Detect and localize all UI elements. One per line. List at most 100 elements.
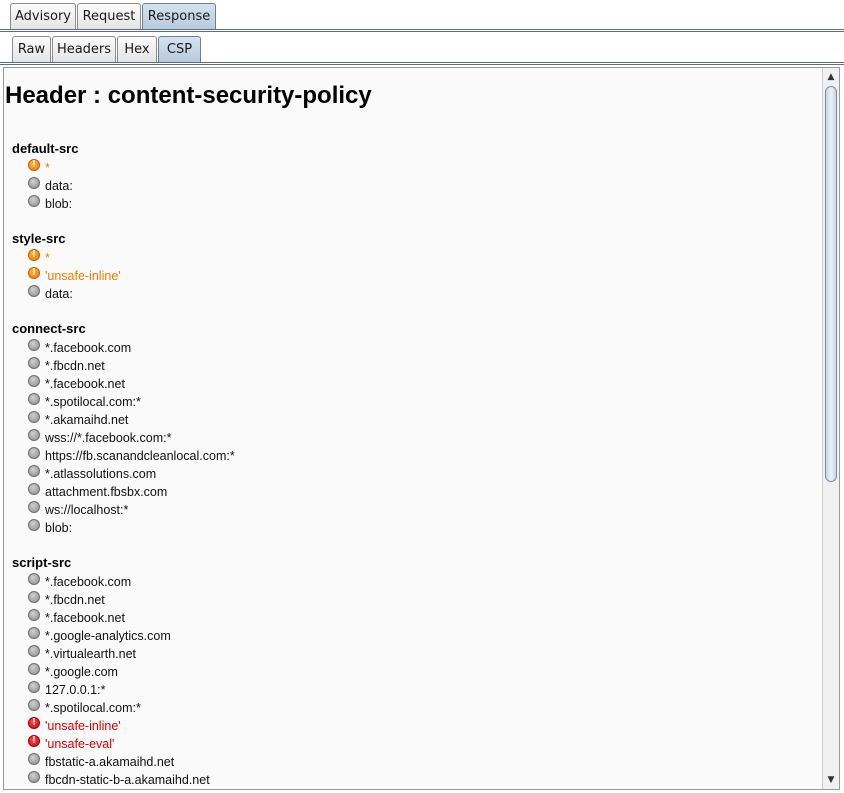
csp-source-value: *.google.com bbox=[45, 665, 118, 679]
csp-source-value: *.fbcdn.net bbox=[45, 359, 105, 373]
csp-source-value: *.virtualearth.net bbox=[45, 647, 137, 661]
csp-source-item: ! * bbox=[28, 249, 50, 267]
csp-source-item: wss://*.facebook.com:* bbox=[28, 429, 171, 447]
csp-source-item: data: bbox=[28, 177, 73, 195]
csp-source-value: *.facebook.com bbox=[45, 575, 132, 589]
csp-source-value: data: bbox=[45, 287, 73, 301]
subtab-headers[interactable]: Headers bbox=[52, 36, 116, 62]
csp-content: Header : content-security-policy default… bbox=[4, 68, 822, 789]
csp-source-item: 127.0.0.1:* bbox=[28, 681, 105, 699]
csp-source-value: attachment.fbsbx.com bbox=[45, 485, 168, 499]
neutral-circle-icon bbox=[28, 699, 40, 711]
csp-source-value: 'unsafe-inline' bbox=[45, 269, 121, 283]
subtab-hex[interactable]: Hex bbox=[117, 36, 157, 62]
csp-source-item: *.fbcdn.net bbox=[28, 357, 105, 375]
tab-bar-divider bbox=[0, 29, 844, 30]
csp-panel: Header : content-security-policy default… bbox=[3, 67, 840, 790]
csp-source-item: *.akamaihd.net bbox=[28, 411, 128, 429]
csp-source-value: *.facebook.net bbox=[45, 377, 125, 391]
csp-source-value: *.atlassolutions.com bbox=[45, 467, 157, 481]
neutral-circle-icon bbox=[28, 411, 40, 423]
neutral-circle-icon bbox=[28, 429, 40, 441]
subtab-csp[interactable]: CSP bbox=[158, 36, 201, 62]
neutral-circle-icon bbox=[28, 483, 40, 495]
csp-source-item: https://fb.scanandcleanlocal.com:* bbox=[28, 447, 235, 465]
neutral-circle-icon bbox=[28, 177, 40, 189]
warning-exclamation-icon: ! bbox=[28, 267, 40, 279]
critical-exclamation-icon: ! bbox=[28, 735, 40, 747]
response-view-tab-bar: Raw Headers Hex CSP bbox=[0, 35, 844, 63]
csp-source-item: fbstatic-a.akamaihd.net bbox=[28, 753, 174, 771]
csp-source-item: *.facebook.net bbox=[28, 375, 125, 393]
neutral-circle-icon bbox=[28, 357, 40, 369]
subtab-bar-divider bbox=[0, 62, 844, 63]
directive-style-src: style-src bbox=[12, 231, 66, 246]
neutral-circle-icon bbox=[28, 753, 40, 765]
csp-source-value: *.facebook.com bbox=[45, 341, 132, 355]
csp-source-value: blob: bbox=[45, 521, 73, 535]
csp-source-item: ! 'unsafe-inline' bbox=[28, 267, 121, 285]
csp-source-value: 127.0.0.1:* bbox=[45, 683, 106, 697]
csp-source-value: blob: bbox=[45, 197, 73, 211]
scrollbar-thumb[interactable] bbox=[825, 86, 837, 482]
neutral-circle-icon bbox=[28, 591, 40, 603]
csp-source-value: ws://localhost:* bbox=[45, 503, 129, 517]
tab-advisory[interactable]: Advisory bbox=[10, 3, 76, 29]
csp-source-item: ! 'unsafe-inline' bbox=[28, 717, 121, 735]
warning-exclamation-icon: ! bbox=[28, 249, 40, 261]
csp-source-item: attachment.fbsbx.com bbox=[28, 483, 167, 501]
csp-source-item: *.google.com bbox=[28, 663, 118, 681]
csp-source-item: *.facebook.com bbox=[28, 339, 131, 357]
csp-source-value: *.google-analytics.com bbox=[45, 629, 171, 643]
neutral-circle-icon bbox=[28, 645, 40, 657]
main-tab-bar: Advisory Request Response bbox=[0, 2, 844, 30]
csp-header-title: Header : content-security-policy bbox=[5, 82, 372, 109]
neutral-circle-icon bbox=[28, 285, 40, 297]
csp-source-value: * bbox=[45, 161, 50, 175]
csp-source-item: data: bbox=[28, 285, 73, 303]
csp-source-value: fbcdn-static-b-a.akamaihd.net bbox=[45, 773, 210, 787]
scroll-up-arrow-icon[interactable]: ▲ bbox=[823, 69, 839, 85]
csp-source-value: *.facebook.net bbox=[45, 611, 125, 625]
csp-source-item: ws://localhost:* bbox=[28, 501, 128, 519]
csp-source-value: *.akamaihd.net bbox=[45, 413, 129, 427]
critical-exclamation-icon: ! bbox=[28, 717, 40, 729]
neutral-circle-icon bbox=[28, 339, 40, 351]
tab-response[interactable]: Response bbox=[142, 3, 216, 29]
warning-exclamation-icon: ! bbox=[28, 159, 40, 171]
neutral-circle-icon bbox=[28, 609, 40, 621]
csp-source-item: *.virtualearth.net bbox=[28, 645, 136, 663]
csp-source-value: data: bbox=[45, 179, 73, 193]
vertical-scrollbar[interactable]: ▲ ▼ bbox=[822, 68, 839, 789]
csp-source-value: *.spotilocal.com:* bbox=[45, 395, 141, 409]
subtab-bar-divider-2 bbox=[0, 64, 844, 65]
csp-source-item: *.spotilocal.com:* bbox=[28, 699, 141, 717]
subtab-raw[interactable]: Raw bbox=[12, 36, 51, 62]
csp-source-value: fbstatic-a.akamaihd.net bbox=[45, 755, 175, 769]
csp-source-value: wss://*.facebook.com:* bbox=[45, 431, 172, 445]
neutral-circle-icon bbox=[28, 447, 40, 459]
csp-source-value: *.fbcdn.net bbox=[45, 593, 105, 607]
csp-source-item: *.google-analytics.com bbox=[28, 627, 171, 645]
csp-source-item: *.atlassolutions.com bbox=[28, 465, 156, 483]
directive-script-src: script-src bbox=[12, 555, 72, 570]
neutral-circle-icon bbox=[28, 627, 40, 639]
csp-source-value: 'unsafe-inline' bbox=[45, 719, 121, 733]
neutral-circle-icon bbox=[28, 375, 40, 387]
csp-source-item: fbcdn-static-b-a.akamaihd.net bbox=[28, 771, 210, 789]
csp-source-item: *.spotilocal.com:* bbox=[28, 393, 141, 411]
tab-request[interactable]: Request bbox=[77, 3, 141, 29]
csp-source-value: * bbox=[45, 251, 50, 265]
csp-source-item: blob: bbox=[28, 195, 72, 213]
neutral-circle-icon bbox=[28, 195, 40, 207]
scroll-down-arrow-icon[interactable]: ▼ bbox=[823, 772, 839, 788]
csp-source-value: https://fb.scanandcleanlocal.com:* bbox=[45, 449, 235, 463]
neutral-circle-icon bbox=[28, 681, 40, 693]
csp-source-value: 'unsafe-eval' bbox=[45, 737, 115, 751]
neutral-circle-icon bbox=[28, 393, 40, 405]
neutral-circle-icon bbox=[28, 771, 40, 783]
csp-source-item: *.fbcdn.net bbox=[28, 591, 105, 609]
csp-source-item: *.facebook.com bbox=[28, 573, 131, 591]
csp-source-item: blob: bbox=[28, 519, 72, 537]
csp-source-item: *.facebook.net bbox=[28, 609, 125, 627]
